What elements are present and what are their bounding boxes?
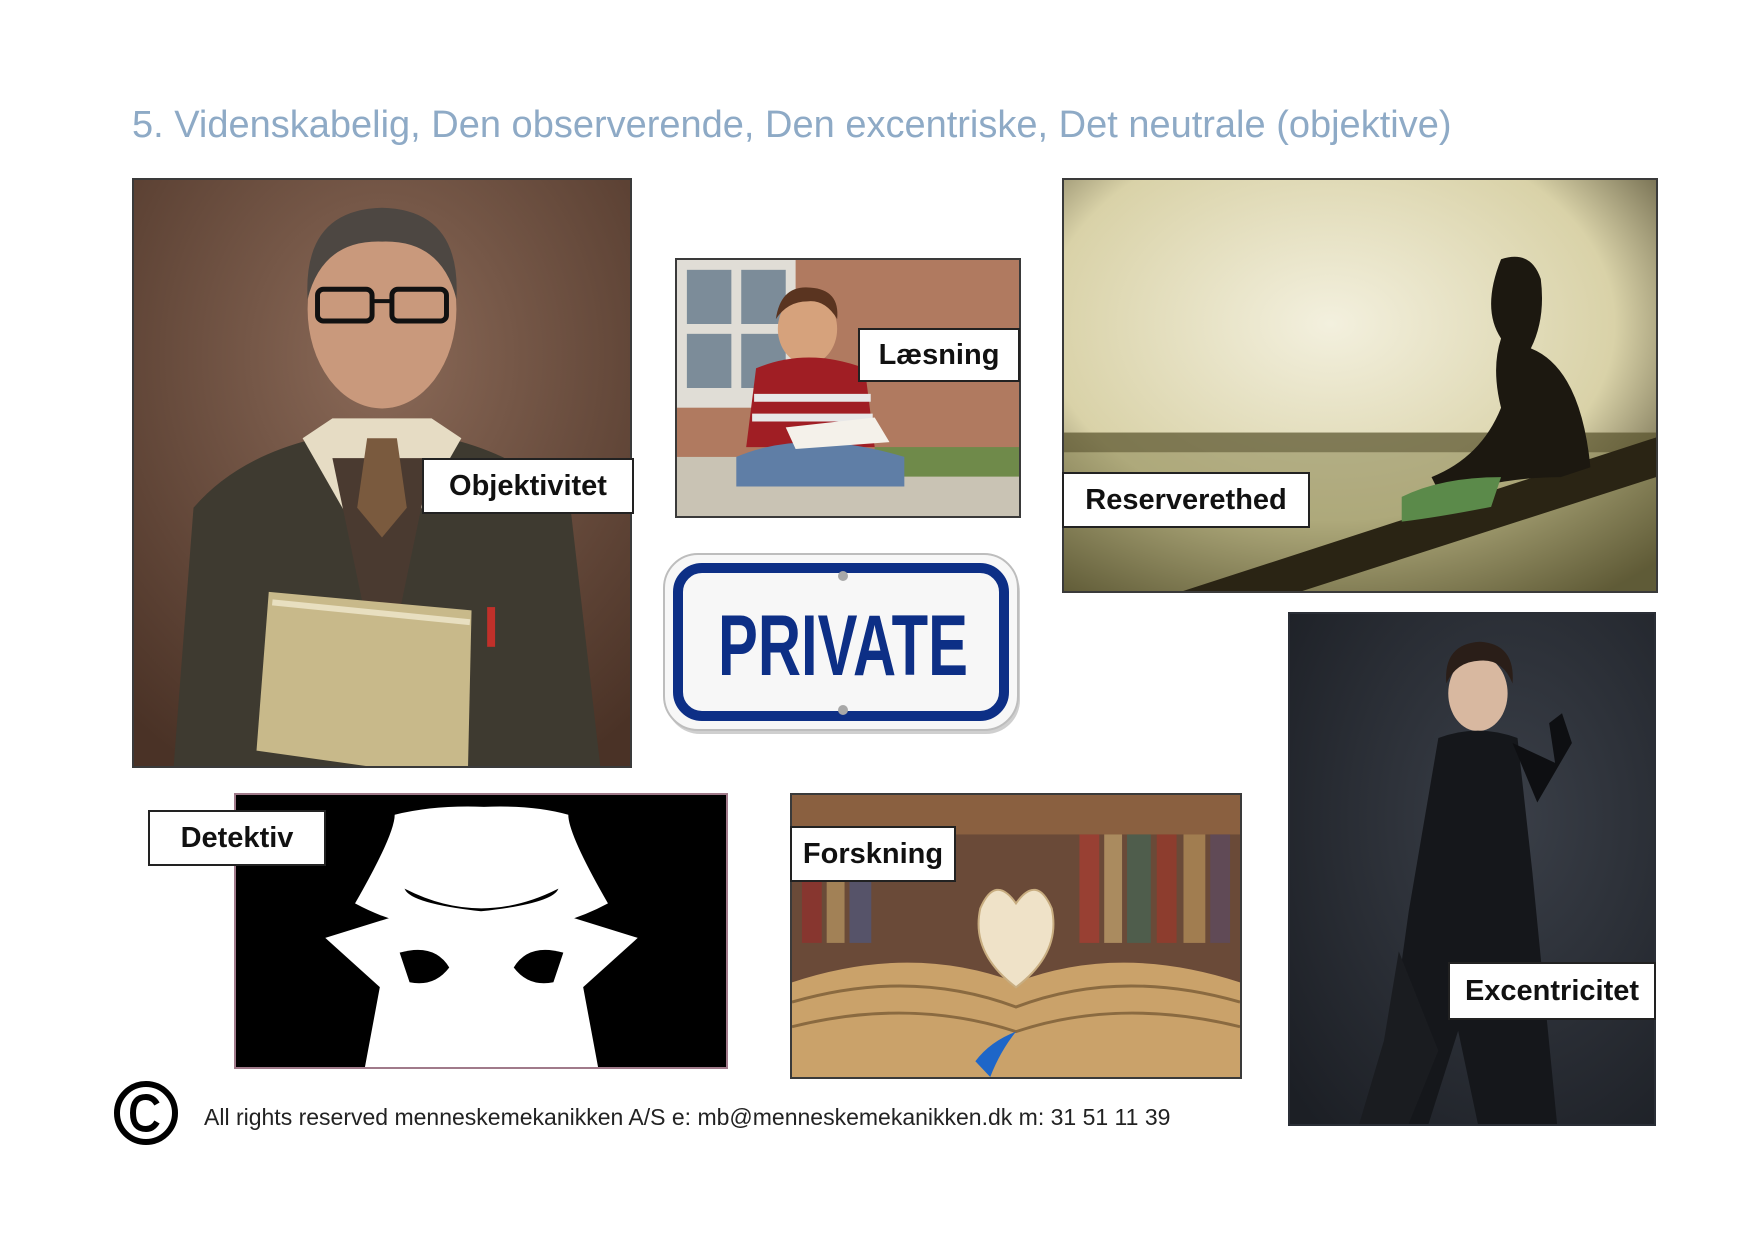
private-sign-text: PRIVATE bbox=[718, 598, 968, 694]
label-laesning: Læsning bbox=[858, 328, 1020, 382]
page-title: 5. Videnskabelig, Den observerende, Den … bbox=[132, 104, 1452, 146]
boy-reading-image bbox=[675, 258, 1021, 518]
label-detektiv: Detektiv bbox=[148, 810, 326, 866]
label-forskning: Forskning bbox=[790, 826, 956, 882]
private-sign-drawing: PRIVATE bbox=[663, 553, 1020, 734]
label-reserverethed: Reserverethed bbox=[1062, 472, 1310, 528]
silhouette-sea-drawing bbox=[1064, 180, 1656, 591]
copyright-icon bbox=[113, 1080, 179, 1146]
silhouette-sea-image bbox=[1062, 178, 1658, 593]
private-sign: PRIVATE bbox=[662, 552, 1024, 738]
label-excentricitet: Excentricitet bbox=[1448, 962, 1656, 1020]
man-coat-image bbox=[1288, 612, 1656, 1126]
label-objektivitet: Objektivitet bbox=[422, 458, 634, 514]
boy-reading-drawing bbox=[677, 260, 1019, 516]
footer-copyright-text: All rights reserved menneskemekanikken A… bbox=[204, 1104, 1171, 1130]
man-coat-drawing bbox=[1290, 614, 1654, 1124]
